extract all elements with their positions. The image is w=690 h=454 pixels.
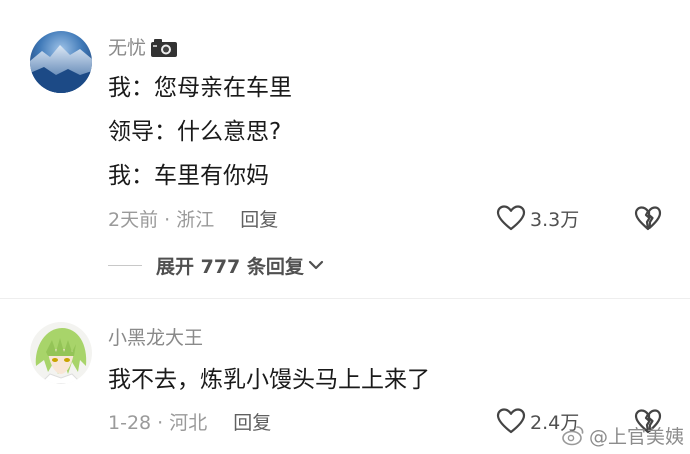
comment-username[interactable]: 无忧	[108, 35, 146, 61]
dislike-button[interactable]	[633, 202, 663, 234]
avatar[interactable]	[30, 31, 92, 93]
watermark-text: @上官美姨	[588, 425, 684, 448]
camera-icon	[150, 38, 178, 58]
expand-divider	[108, 264, 142, 266]
reply-button[interactable]: 回复	[240, 205, 278, 232]
comment-meta: 1-28 · 河北	[108, 411, 208, 434]
expand-replies-label: 展开 777 条回复	[156, 255, 304, 278]
expand-replies-button[interactable]: 展开 777 条回复	[108, 250, 324, 280]
comment-username[interactable]: 小黑龙大王	[108, 325, 203, 351]
like-button[interactable]: 3.3万	[496, 202, 579, 234]
avatar-image	[30, 322, 92, 384]
chevron-down-icon	[308, 259, 324, 271]
like-count: 3.3万	[530, 208, 580, 231]
comment-text-line: 我：您母亲在车里	[108, 75, 292, 101]
avatar-image	[30, 31, 92, 93]
heart-icon	[496, 407, 526, 435]
comment-divider	[0, 298, 690, 299]
comment-section: 无忧 我：您母亲在车里 领导：什么意思? 我：车里有你妈 2天前 · 浙江 回复	[0, 0, 690, 454]
comment-text-line: 领导：什么意思?	[108, 119, 282, 145]
heart-icon	[496, 204, 526, 232]
comment-meta: 2天前 · 浙江	[108, 208, 215, 231]
comment-text-line: 我不去，炼乳小馒头马上上来了	[108, 367, 430, 393]
comment-text-line: 我：车里有你妈	[108, 163, 269, 189]
watermark: @上官美姨	[561, 422, 684, 448]
reply-button[interactable]: 回复	[233, 408, 271, 435]
avatar[interactable]	[30, 322, 92, 384]
broken-heart-icon	[634, 206, 662, 231]
weibo-logo-icon	[561, 424, 585, 446]
